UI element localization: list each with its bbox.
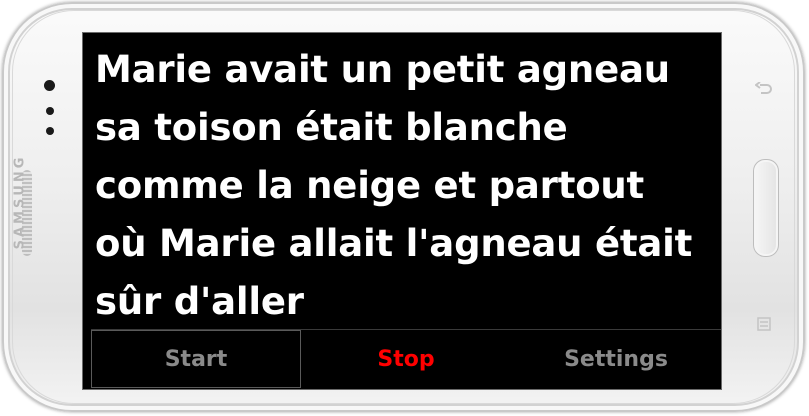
light-sensor [46,127,54,135]
menu-glyph [757,317,771,331]
lyrics-line: comme la neige et partout [95,164,645,207]
start-button[interactable]: Start [91,330,301,388]
proximity-sensor [46,107,54,115]
lyrics-line: où Marie allait l'agneau était [95,222,693,265]
back-arrow-glyph [755,82,772,94]
home-button[interactable] [753,159,779,257]
settings-button[interactable]: Settings [511,330,721,388]
phone-frame: SAMSUNG Marie avait un petit agneau sa t… [2,2,805,412]
brand-logo: SAMSUNG [12,154,28,250]
lyrics-line: sûr d'aller [95,280,304,323]
lyrics-line: Marie avait un petit agneau [95,48,670,91]
lyrics-line: sa toison était blanche [95,106,568,149]
lyrics-text: Marie avait un petit agneau sa toison ét… [95,41,720,331]
front-camera [44,80,55,91]
button-bar: Start Stop Settings [91,329,721,388]
back-arrow-icon[interactable] [754,80,774,100]
stop-button[interactable]: Stop [301,330,511,388]
app-screen: Marie avait un petit agneau sa toison ét… [82,32,722,390]
menu-icon[interactable] [754,314,774,334]
